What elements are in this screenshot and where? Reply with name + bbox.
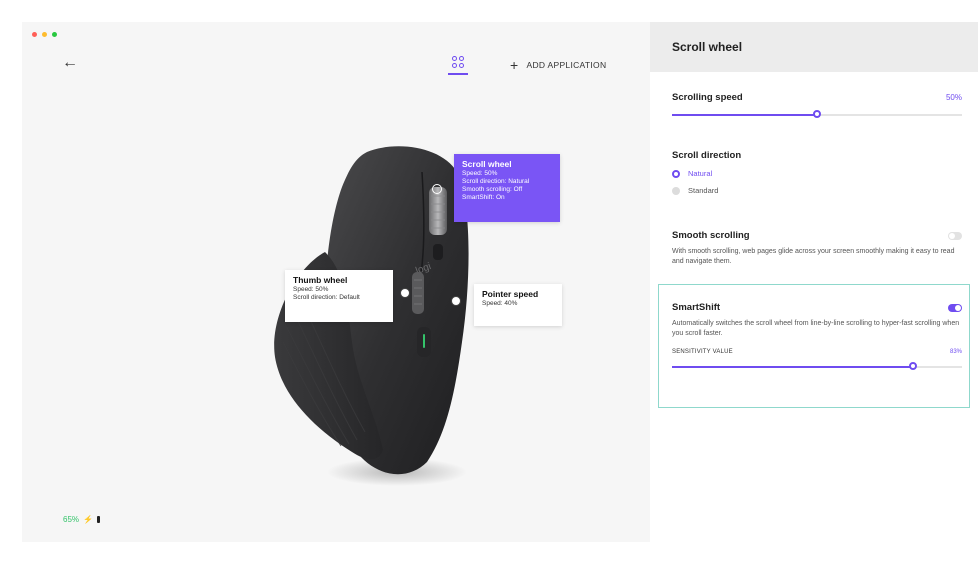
app-window: ← + ADD APPLICATION logi Scroll wheel Sp… <box>22 22 978 542</box>
maximize-window-button[interactable] <box>52 32 57 37</box>
back-arrow-icon[interactable]: ← <box>62 55 78 71</box>
thumb-wheel-tooltip-title: Thumb wheel <box>293 275 348 285</box>
scroll-wheel-tooltip-line: Scroll direction: Natural <box>462 178 530 185</box>
add-application-button[interactable]: + ADD APPLICATION <box>510 58 606 72</box>
charging-icon: ⚡ <box>83 515 93 524</box>
radio-selected-icon[interactable] <box>672 169 680 178</box>
smartshift-description: Automatically switches the scroll wheel … <box>672 320 960 337</box>
window-controls <box>32 32 57 37</box>
sensitivity-slider-handle[interactable] <box>908 362 917 370</box>
scroll-direction-section: Scroll direction Natural Standard <box>672 150 962 195</box>
scroll-wheel-hotspot[interactable] <box>432 184 442 194</box>
scroll-wheel-tooltip: Scroll wheel Speed: 50% Scroll direction… <box>454 154 560 222</box>
scrolling-speed-value: 50% <box>945 93 962 102</box>
pointer-speed-tooltip: Pointer speed Speed: 40% <box>474 284 562 326</box>
scroll-direction-natural-option[interactable]: Natural <box>672 169 962 178</box>
scroll-direction-standard-label: Standard <box>688 186 719 195</box>
scrolling-speed-slider[interactable] <box>672 110 962 119</box>
smartshift-section: SmartShift Automatically switches the sc… <box>672 302 962 371</box>
battery-status: 65% ⚡ <box>63 515 100 524</box>
sensitivity-slider[interactable] <box>672 362 962 371</box>
thumb-wheel-tooltip-line: Speed: 50% <box>293 286 329 293</box>
apps-grid-icon[interactable] <box>446 54 472 76</box>
close-window-button[interactable] <box>32 32 37 37</box>
scrolling-speed-label: Scrolling speed <box>672 92 743 103</box>
scroll-direction-standard-option[interactable]: Standard <box>672 186 962 195</box>
receiver-icon <box>96 516 100 523</box>
scroll-direction-natural-label: Natural <box>688 169 713 178</box>
scroll-direction-label: Scroll direction <box>672 150 742 161</box>
pointer-speed-tooltip-line: Speed: 40% <box>482 300 518 307</box>
battery-percent: 65% <box>63 515 80 524</box>
minimize-window-button[interactable] <box>42 32 47 37</box>
scroll-wheel-tooltip-line: SmartShift: On <box>462 194 505 201</box>
plus-icon: + <box>510 57 519 73</box>
scrolling-speed-section: Scrolling speed 50% <box>672 92 962 119</box>
scrolling-speed-slider-handle[interactable] <box>813 110 821 118</box>
thumb-wheel-hotspot[interactable] <box>400 288 410 298</box>
scroll-wheel-tooltip-title: Scroll wheel <box>462 159 512 169</box>
smooth-scrolling-toggle[interactable] <box>948 231 962 240</box>
sensitivity-label: SENSITIVITY VALUE <box>672 349 733 355</box>
scroll-wheel-tooltip-line: Speed: 50% <box>462 170 498 177</box>
add-application-label: ADD APPLICATION <box>526 60 607 70</box>
smartshift-toggle[interactable] <box>948 303 962 312</box>
pointer-speed-hotspot[interactable] <box>451 296 461 306</box>
pointer-speed-tooltip-title: Pointer speed <box>482 289 539 299</box>
sensitivity-value: 83% <box>949 349 962 355</box>
radio-unselected-icon[interactable] <box>672 186 680 195</box>
panel-title: Scroll wheel <box>650 22 978 72</box>
thumb-wheel-tooltip-line: Scroll direction: Default <box>293 294 360 301</box>
smooth-scrolling-label: Smooth scrolling <box>672 230 750 241</box>
smartshift-label: SmartShift <box>672 302 721 313</box>
thumb-wheel-tooltip: Thumb wheel Speed: 50% Scroll direction:… <box>285 270 393 322</box>
settings-panel: Scroll wheel Scrolling speed 50% Scroll … <box>650 22 978 542</box>
scroll-wheel-tooltip-line: Smooth scrolling: Off <box>462 186 523 193</box>
device-view: ← + ADD APPLICATION logi Scroll wheel Sp… <box>22 22 650 542</box>
smooth-scrolling-description: With smooth scrolling, web pages glide a… <box>672 248 955 265</box>
smooth-scrolling-section: Smooth scrolling With smooth scrolling, … <box>672 230 962 267</box>
